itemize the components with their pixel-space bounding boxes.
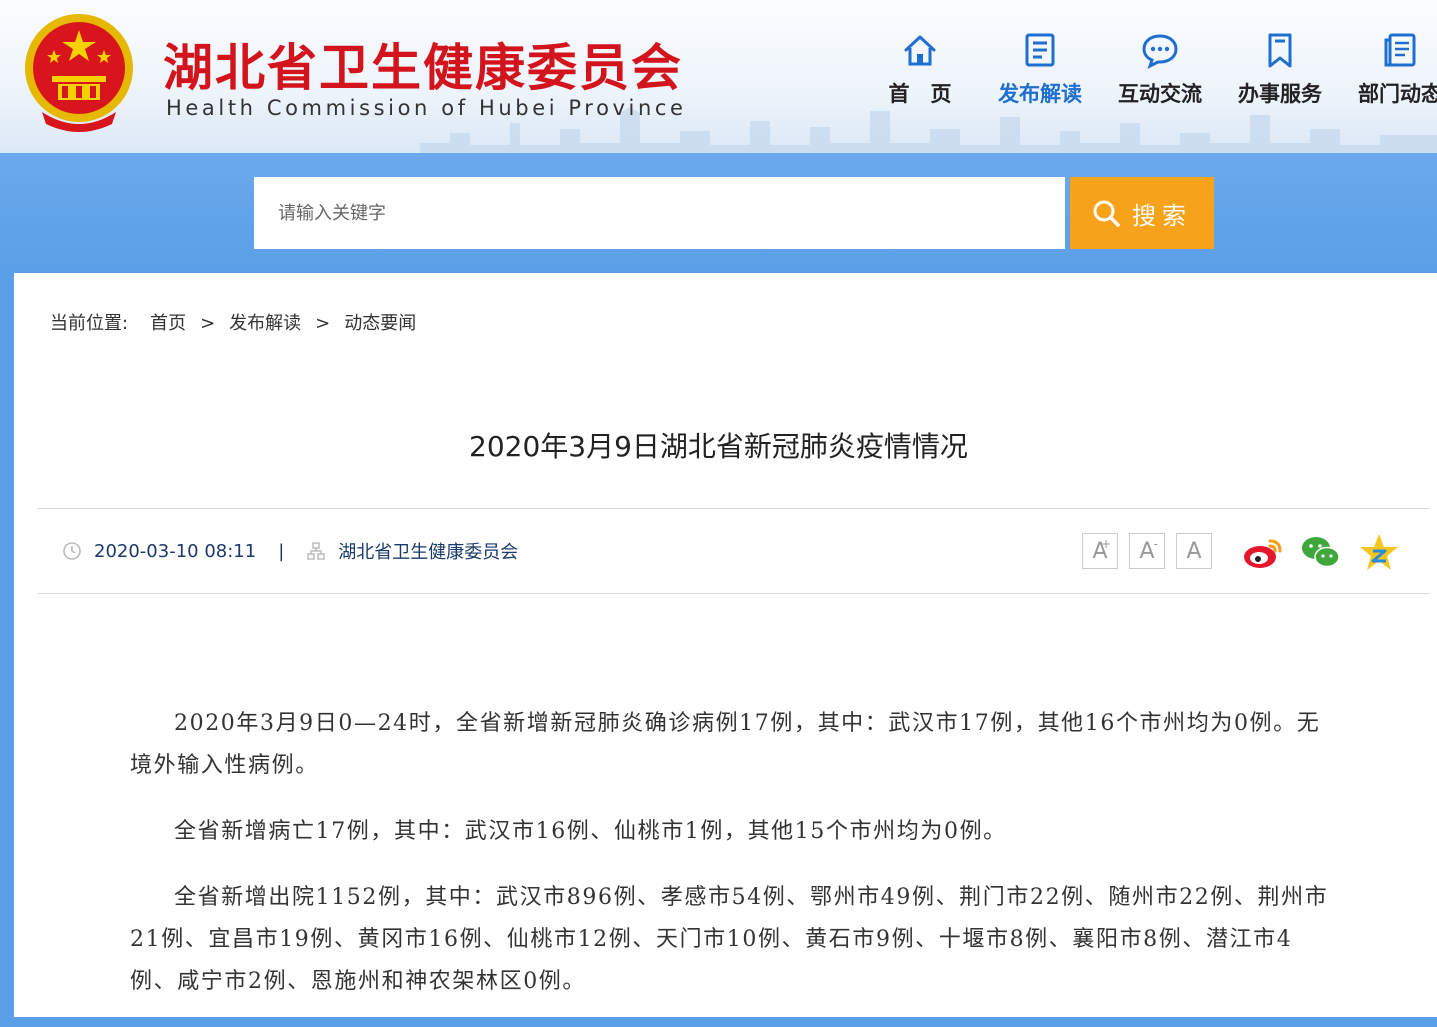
breadcrumb-prefix: 当前位置: [50,313,129,334]
content-panel: 当前位置: 首页 > 发布解读 > 动态要闻 2020年3月9日湖北省新冠肺炎疫情情况 2… [14,273,1437,1017]
publish-date: 2020-03-10 08:11 [94,540,257,562]
font-increase-button[interactable]: A + [1082,533,1118,569]
nav-item-publish[interactable]: 发布解读 [980,30,1100,108]
font-decrease-label: A [1139,538,1155,564]
nav-item-home[interactable]: 首 页 [860,30,980,108]
divider [38,593,1430,594]
news-icon [1384,33,1416,67]
breadcrumb-item-news[interactable]: 动态要闻 [344,309,416,335]
search-input[interactable] [254,177,1065,249]
nav-item-service[interactable]: 办事服务 [1220,30,1340,108]
site-header: 湖北省卫生健康委员会 Health Commission of Hubei Pr… [0,0,1437,153]
share-bar [1242,531,1416,573]
nav-label-home: 首 页 [888,82,952,106]
nav-label-publish: 发布解读 [998,82,1082,106]
weibo-share-button[interactable] [1242,531,1284,573]
font-size-controls: A + A- A [1082,533,1223,569]
qzone-icon [1360,534,1398,570]
article-paragraph: 2020年3月9日0—24时，全省新增新冠肺炎确诊病例17例，其中：武汉市17例… [130,711,1321,778]
font-reset-button[interactable]: A [1176,533,1212,569]
qzone-share-button[interactable] [1358,531,1400,573]
breadcrumb-separator: > [315,313,331,334]
wechat-share-button[interactable] [1300,531,1342,573]
national-emblem-icon [25,14,133,132]
site-subtitle: Health Commission of Hubei Province [166,96,687,120]
home-icon [904,35,936,66]
search-button[interactable]: 搜索 [1070,177,1214,249]
breadcrumb-item-home[interactable]: 首页 [150,309,186,335]
article-paragraph: 全省新增病亡17例，其中：武汉市16例、仙桃市1例，其他15个市州均为0例。 [174,819,1007,844]
article-title: 2020年3月9日湖北省新冠肺炎疫情情况 [469,430,968,463]
nav-item-interact[interactable]: 互动交流 [1100,30,1220,108]
nav-label-service: 办事服务 [1238,82,1322,106]
breadcrumb-separator: > [200,313,216,334]
site-title: 湖北省卫生健康委员会 [163,39,683,97]
org-chart-icon [307,542,326,560]
font-decrease-button[interactable]: A- [1129,533,1165,569]
clock-icon [63,542,81,560]
nav-item-dept[interactable]: 部门动态 [1340,30,1437,108]
nav-label-dept: 部门动态 [1358,82,1437,106]
divider [38,508,1430,509]
nav-label-interact: 互动交流 [1118,82,1202,106]
article-meta: 2020-03-10 08:11 | 湖北省卫生健康委员会 [62,537,518,565]
font-reset-label: A [1186,538,1202,564]
breadcrumb-item-publish[interactable]: 发布解读 [229,309,301,335]
breadcrumb: 当前位置: 首页 > 发布解读 > 动态要闻 [50,309,416,335]
article-source: 湖北省卫生健康委员会 [338,542,519,563]
main-nav: 首 页 发布解读 互动交流 办事服务 部门动态 [860,30,1437,108]
search-icon [1093,200,1120,227]
chat-icon [1142,34,1178,69]
article-paragraph: 全省新增出院1152例，其中：武汉市896例、孝感市54例、鄂州市49例、荆门市… [130,885,1329,994]
wechat-icon [1302,537,1340,568]
bookmark-icon [1268,33,1292,68]
document-icon [1025,33,1055,67]
meta-separator: | [278,540,285,562]
minus-icon: - [1153,537,1158,551]
plus-icon: + [1100,537,1111,551]
weibo-icon [1244,539,1282,568]
search-band: 搜索 [0,153,1437,273]
search-button-label: 搜索 [1132,201,1192,230]
article-body: 2020年3月9日0—24时，全省新增新冠肺炎确诊病例17例，其中：武汉市17例… [130,703,1338,1027]
